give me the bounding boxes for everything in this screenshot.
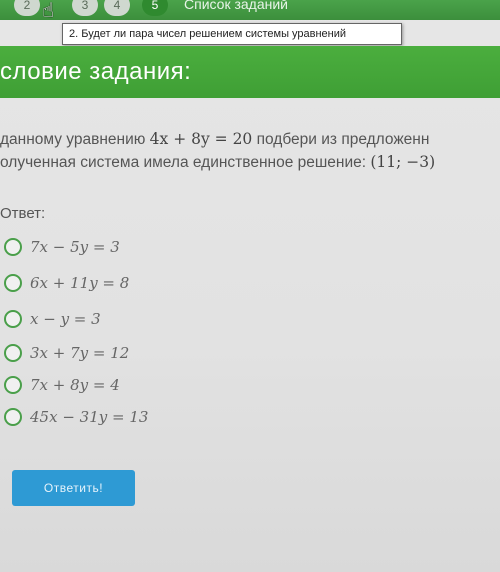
task-equation: 4x + 8y = 20 — [149, 130, 253, 148]
task-number-2[interactable]: 2 — [14, 0, 40, 16]
hand-cursor-icon: ☝ — [42, 0, 55, 22]
task-statement: данному уравнению 4x + 8y = 20 подбери и… — [0, 128, 500, 174]
page-title: словие задания: — [0, 58, 192, 85]
option-label: 3x + 7y = 12 — [30, 344, 130, 362]
answer-option[interactable]: x − y = 3 — [0, 308, 101, 330]
radio-button[interactable] — [4, 274, 22, 292]
task-number-4[interactable]: 4 — [104, 0, 130, 16]
task-navigation-bar: 2 ☝ 3 4 5 Список заданий — [0, 0, 500, 22]
task-text: данному уравнению — [0, 131, 150, 148]
option-label: 7x − 5y = 3 — [30, 238, 120, 256]
option-label: 7x + 8y = 4 — [30, 376, 120, 394]
radio-button[interactable] — [4, 344, 22, 362]
answer-option[interactable]: 3x + 7y = 12 — [0, 342, 129, 364]
submit-button[interactable]: Ответить! — [12, 470, 135, 506]
answer-option[interactable]: 6x + 11y = 8 — [0, 272, 129, 294]
page: 2 ☝ 3 4 5 Список заданий 2. Будет ли пар… — [0, 0, 500, 572]
task-header: словие задания: — [0, 46, 500, 98]
answer-option[interactable]: 7x − 5y = 3 — [0, 236, 120, 258]
radio-button[interactable] — [4, 310, 22, 328]
task-text: подбери из предложенн — [252, 131, 430, 148]
task-line-2: олученная система имела единственное реш… — [0, 151, 500, 174]
task-list-link[interactable]: Список заданий — [184, 0, 288, 12]
task-number-5[interactable]: 5 — [142, 0, 168, 16]
task-line-1: данному уравнению 4x + 8y = 20 подбери и… — [0, 128, 500, 151]
answer-option[interactable]: 45x − 31y = 13 — [0, 406, 148, 428]
radio-button[interactable] — [4, 376, 22, 394]
task-text: олученная система имела единственное реш… — [0, 154, 371, 171]
option-label: 45x − 31y = 13 — [30, 408, 149, 426]
answer-label: Ответ: — [0, 205, 46, 222]
radio-button[interactable] — [4, 238, 22, 256]
task-number-3[interactable]: 3 — [72, 0, 98, 16]
task-solution: (11; −3) — [370, 153, 436, 171]
option-label: x − y = 3 — [30, 310, 101, 328]
answer-option[interactable]: 7x + 8y = 4 — [0, 374, 120, 396]
option-label: 6x + 11y = 8 — [30, 274, 130, 292]
task-tooltip: 2. Будет ли пара чисел решением системы … — [62, 23, 402, 45]
radio-button[interactable] — [4, 408, 22, 426]
